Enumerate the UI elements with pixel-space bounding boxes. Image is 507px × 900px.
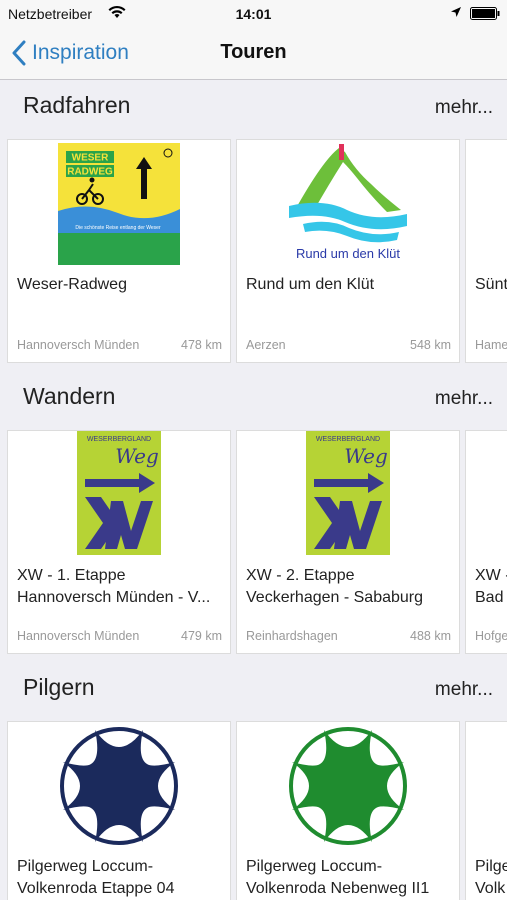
svg-text:RADWEG: RADWEG: [67, 167, 113, 178]
section-radfahren: Radfahren mehr... Die schönste Reise ent…: [0, 80, 507, 371]
rund-um-den-kluet-logo: Rund um den Klüt: [289, 144, 407, 261]
tour-card[interactable]: Pilgerweg Loccum- Volkenroda Etappe 04: [7, 721, 231, 900]
tour-location: Reinhardshagen: [246, 629, 338, 643]
pilgrim-cross-icon: [60, 727, 178, 845]
navigation-bar: Inspiration Touren: [0, 28, 507, 80]
tour-location: Hame: [475, 338, 507, 352]
weserberglandweg-logo: WESERBERGLAND Weg: [306, 431, 390, 555]
weser-radweg-logo: Die schönste Reise entlang der Weser WES…: [58, 143, 180, 265]
tour-location: Hofge: [475, 629, 507, 643]
tour-image: Rund um den Klüt: [237, 140, 459, 268]
svg-text:WESER: WESER: [72, 153, 109, 164]
svg-text:Weg: Weg: [344, 444, 388, 468]
tour-card[interactable]: Sünt Hame: [465, 139, 507, 363]
tour-card[interactable]: XW - Bad Hofge: [465, 430, 507, 654]
card-carousel[interactable]: Die schönste Reise entlang der Weser WES…: [7, 139, 507, 363]
section-title: Pilgern: [23, 674, 95, 700]
section-pilgern: Pilgern mehr... Pilgerweg Loccum- Volken…: [0, 662, 507, 900]
tour-image: [8, 722, 230, 850]
card-carousel[interactable]: WESERBERGLAND Weg XW - 1. Etappe Hannove…: [7, 430, 507, 654]
svg-text:Rund um den Klüt: Rund um den Klüt: [296, 246, 400, 261]
tour-card[interactable]: Pilge Volk: [465, 721, 507, 900]
tour-title: Pilgerweg Loccum- Volkenroda Nebenweg II…: [246, 858, 430, 897]
tour-distance: 548 km: [410, 338, 451, 352]
location-arrow-icon: [451, 7, 461, 17]
tour-title: XW - 2. Etappe Veckerhagen - Sababurg: [246, 567, 424, 606]
svg-text:Die schönste Reise entlang der: Die schönste Reise entlang der Weser: [75, 225, 161, 231]
back-label: Inspiration: [32, 41, 129, 64]
section-header: Pilgern mehr...: [0, 662, 507, 717]
section-header: Radfahren mehr...: [0, 80, 507, 135]
tour-title: XW - 1. Etappe Hannoversch Münden - V...: [17, 567, 211, 606]
section-title: Radfahren: [23, 92, 131, 118]
card-carousel[interactable]: Pilgerweg Loccum- Volkenroda Etappe 04 P…: [7, 721, 507, 900]
tour-card[interactable]: Rund um den Klüt Rund um den Klüt Aerzen…: [236, 139, 460, 363]
tour-card[interactable]: WESERBERGLAND Weg XW - 2. Etappe Veckerh…: [236, 430, 460, 654]
tour-card[interactable]: Pilgerweg Loccum- Volkenroda Nebenweg II…: [236, 721, 460, 900]
weserberglandweg-logo: WESERBERGLAND Weg: [77, 431, 161, 555]
more-button[interactable]: mehr...: [435, 388, 493, 410]
tour-distance: 488 km: [410, 629, 451, 643]
tour-card[interactable]: Die schönste Reise entlang der Weser WES…: [7, 139, 231, 363]
more-button[interactable]: mehr...: [435, 679, 493, 701]
status-bar: Netzbetreiber 14:01: [0, 0, 507, 28]
tour-image: WESERBERGLAND Weg: [8, 431, 230, 559]
tour-image: Die schönste Reise entlang der Weser WES…: [8, 140, 230, 268]
tour-distance: 479 km: [181, 629, 222, 643]
clock: 14:01: [235, 6, 272, 22]
tour-image: WESERBERGLAND Weg: [237, 431, 459, 559]
svg-text:Weg: Weg: [115, 444, 159, 468]
tour-title: Pilge Volk: [475, 858, 507, 897]
tour-title: Weser-Radweg: [17, 276, 127, 293]
back-button[interactable]: Inspiration: [12, 38, 129, 68]
section-title: Wandern: [23, 383, 116, 409]
tour-location: Aerzen: [246, 338, 286, 352]
svg-text:WESERBERGLAND: WESERBERGLAND: [316, 436, 380, 443]
tour-location: Hannoversch Münden: [17, 629, 140, 643]
tour-card[interactable]: WESERBERGLAND Weg XW - 1. Etappe Hannove…: [7, 430, 231, 654]
svg-text:WESERBERGLAND: WESERBERGLAND: [87, 436, 151, 443]
more-button[interactable]: mehr...: [435, 97, 493, 119]
chevron-left-icon: [12, 40, 26, 66]
battery-icon: [470, 7, 500, 20]
section-wandern: Wandern mehr... WESERBERGLAND Weg XW - 1…: [0, 371, 507, 662]
tour-title: Rund um den Klüt: [246, 276, 375, 293]
tour-title: Pilgerweg Loccum- Volkenroda Etappe 04: [17, 858, 175, 897]
pilgrim-cross-icon: [289, 727, 407, 845]
tour-image: [237, 722, 459, 850]
tour-location: Hannoversch Münden: [17, 338, 140, 352]
tour-distance: 478 km: [181, 338, 222, 352]
tour-title: Sünt: [475, 276, 507, 293]
section-header: Wandern mehr...: [0, 371, 507, 426]
tour-title: XW - Bad: [475, 567, 507, 606]
